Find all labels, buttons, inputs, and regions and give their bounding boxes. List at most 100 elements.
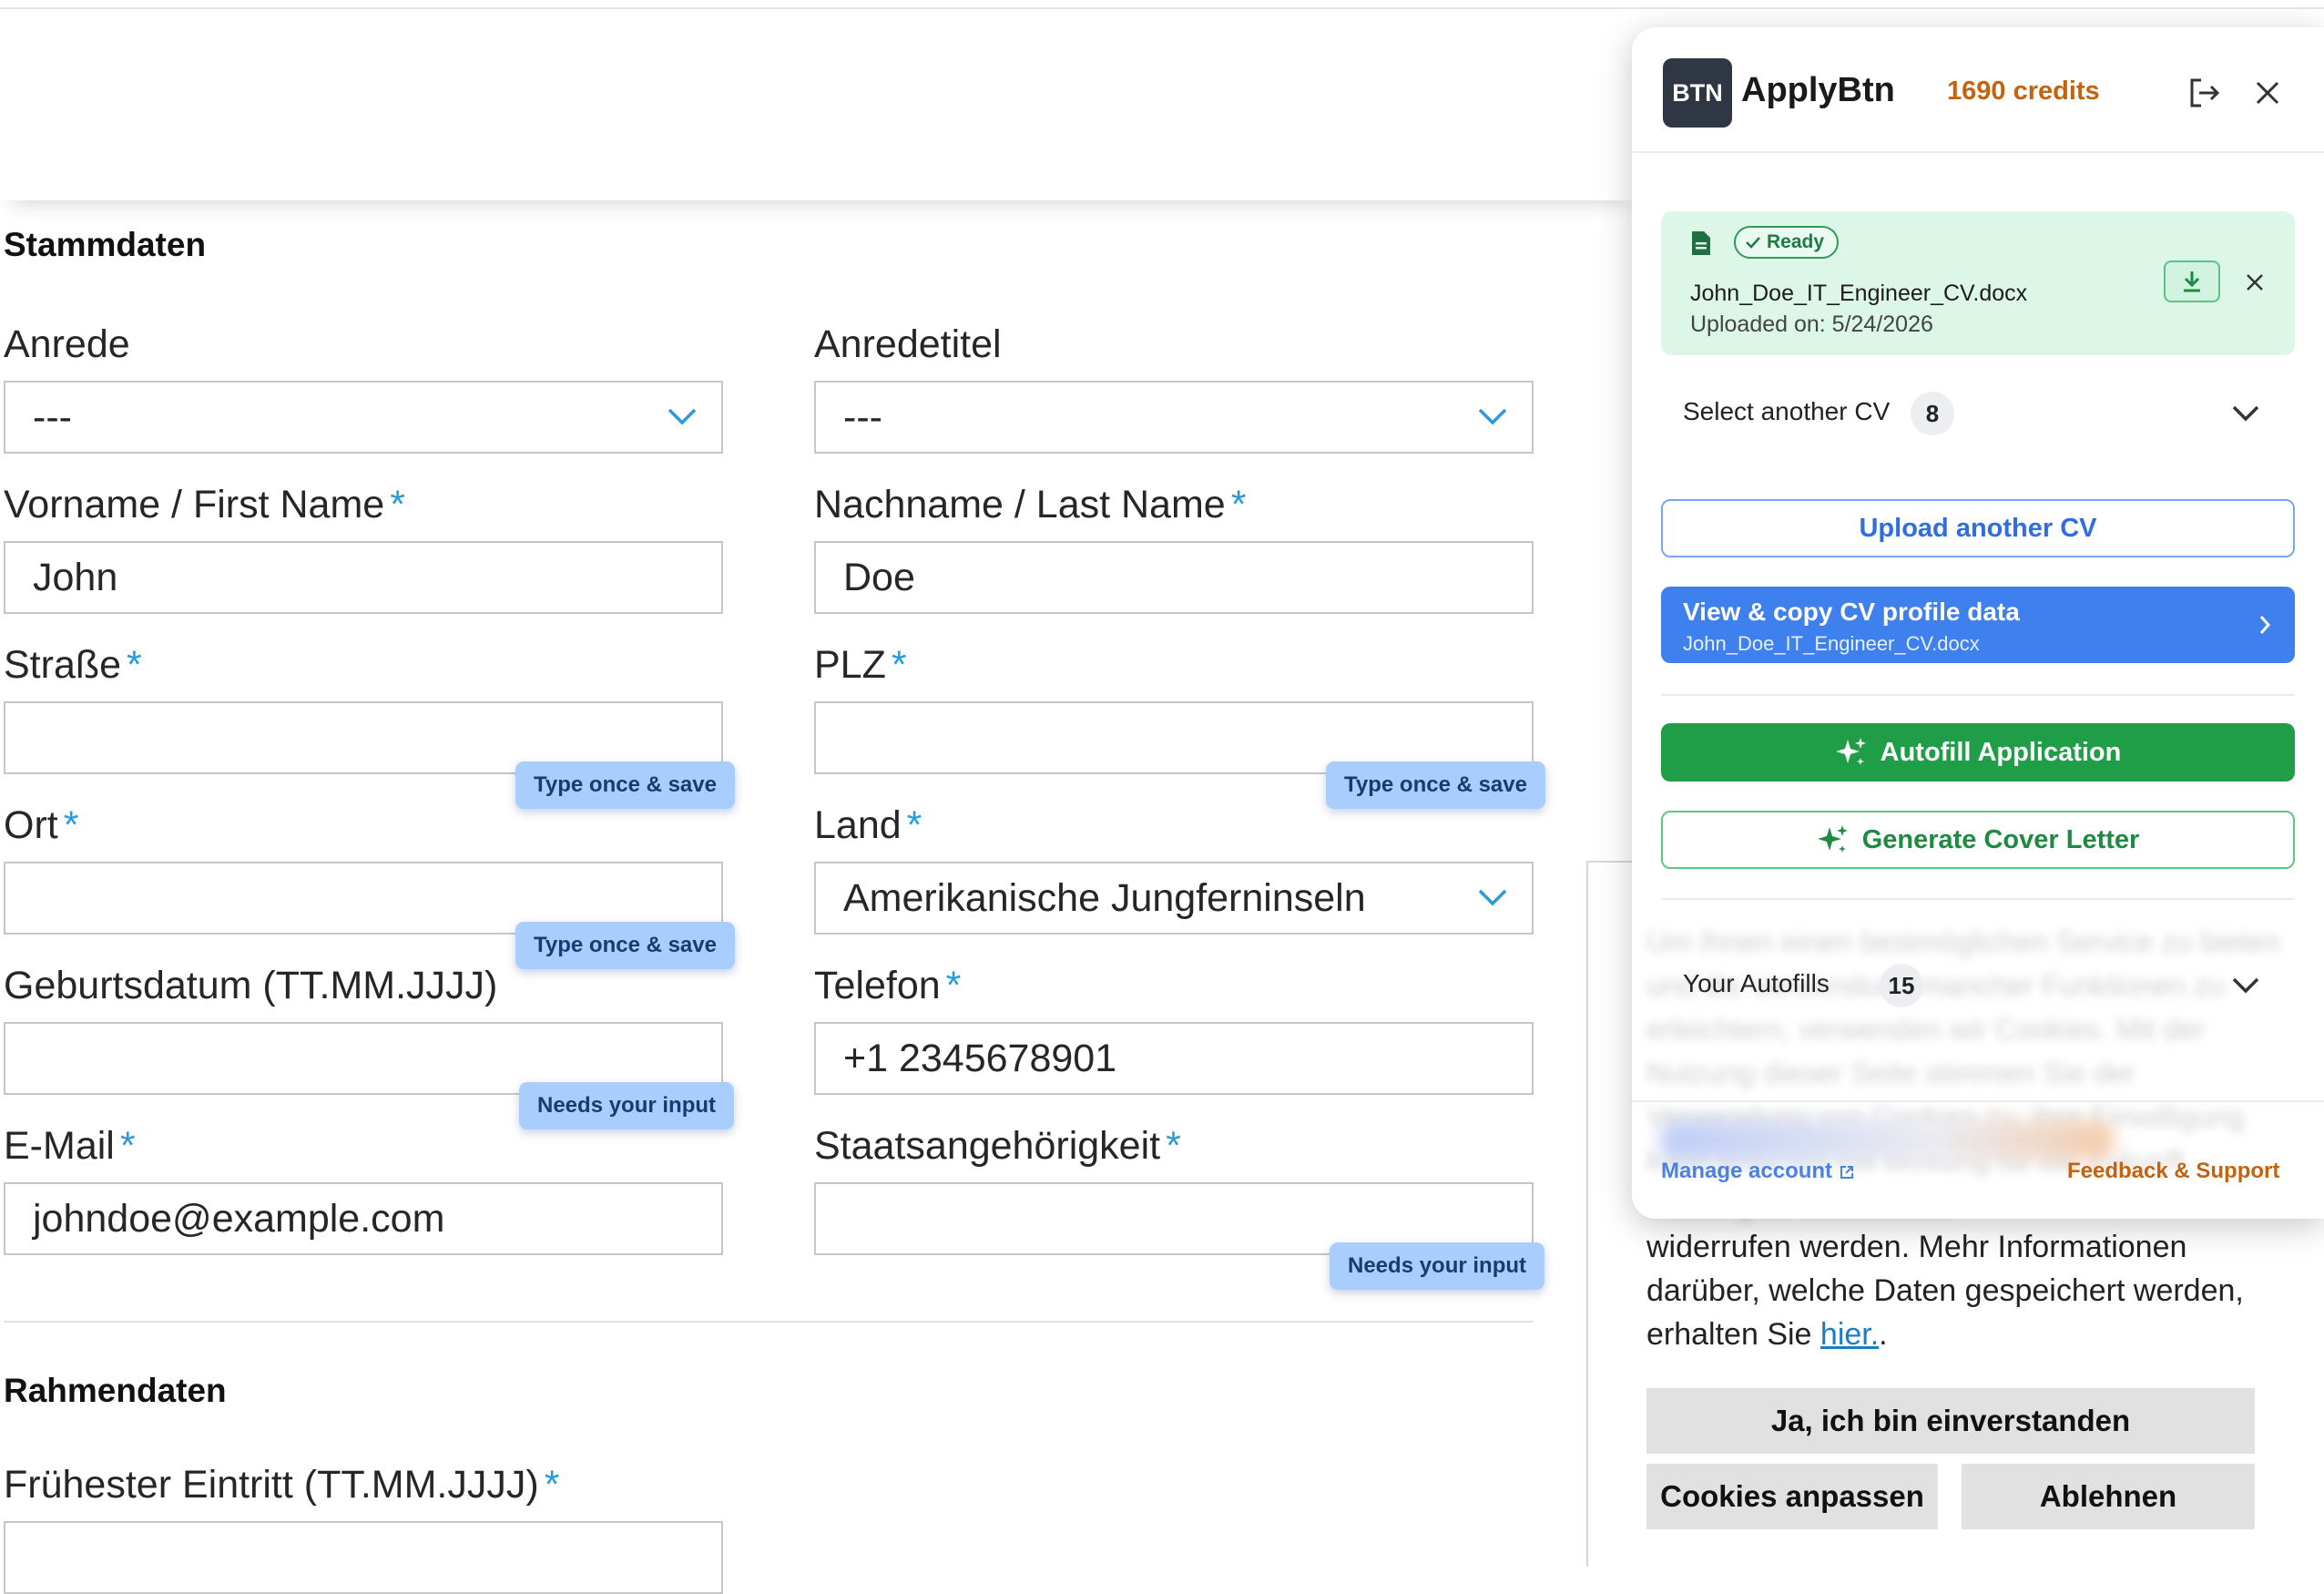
download-icon [2184, 271, 2200, 292]
type-once-save-chip[interactable]: Type once & save [515, 922, 735, 969]
eintritt-input[interactable] [4, 1521, 723, 1594]
chevron-down-icon [2232, 977, 2259, 994]
email-value: johndoe@example.com [33, 1196, 445, 1241]
cv-filename: John_Doe_IT_Engineer_CV.docx [1690, 281, 2028, 306]
vorname-label: Vorname / First Name * [4, 483, 405, 526]
section-title-rahmendaten: Rahmendaten [4, 1372, 227, 1409]
required-mark: * [945, 964, 962, 1007]
type-once-save-chip[interactable]: Type once & save [1326, 761, 1545, 809]
cv-card: Ready John_Doe_IT_Engineer_CV.docx Uploa… [1661, 211, 2295, 355]
document-icon [1692, 231, 1710, 255]
actions-divider [1661, 694, 2295, 696]
geburtsdatum-label: Geburtsdatum (TT.MM.JJJJ) [4, 964, 498, 1007]
required-mark: * [390, 483, 405, 526]
chevron-down-icon [1478, 408, 1507, 425]
chevron-right-icon [2259, 616, 2271, 634]
autofills-divider [1661, 898, 2295, 900]
manage-account-link[interactable]: Manage account [1661, 1159, 1855, 1184]
nachname-label: Nachname / Last Name * [814, 483, 1247, 526]
status-badge-label: Ready [1767, 231, 1825, 252]
anredetitel-label: Anredetitel [814, 322, 1002, 366]
view-cv-subtitle: John_Doe_IT_Engineer_CV.docx [1683, 632, 1980, 655]
required-mark: * [63, 803, 79, 847]
required-mark: * [119, 1124, 136, 1168]
remove-cv-button[interactable] [2235, 262, 2275, 302]
credits-counter: 1690 credits [1947, 77, 2100, 106]
chevron-down-icon [668, 408, 697, 425]
required-mark: * [906, 803, 922, 847]
sparkle-icon [1835, 738, 1866, 765]
autofills-label[interactable]: Your Autofills [1683, 969, 1830, 998]
section-divider [4, 1321, 1534, 1323]
anrede-value: --- [33, 394, 72, 439]
email-label: E-Mail * [4, 1124, 136, 1168]
autofills-toggle[interactable] [2226, 966, 2266, 1006]
external-link-icon [1840, 1165, 1853, 1179]
view-cv-title: View & copy CV profile data [1683, 598, 2020, 626]
page-header [0, 9, 1639, 200]
required-mark: * [1166, 1124, 1181, 1168]
select-cv-label[interactable]: Select another CV [1683, 397, 1890, 426]
section-title-stammdaten: Stammdaten [4, 226, 207, 263]
cookie-info-link[interactable]: hier. [1820, 1317, 1879, 1352]
plz-label: PLZ * [814, 643, 907, 687]
required-mark: * [891, 643, 907, 687]
telefon-value: +1 2345678901 [843, 1036, 1117, 1080]
popup-footer-divider [1632, 1100, 2324, 1102]
type-once-save-chip[interactable]: Type once & save [515, 761, 735, 809]
logout-button[interactable] [2184, 73, 2224, 113]
cv-count-badge: 8 [1911, 392, 1954, 435]
popup-title: ApplyBtn [1741, 71, 1895, 109]
close-icon [2247, 274, 2263, 291]
cover-letter-label: Generate Cover Letter [1861, 824, 2140, 854]
telefon-input[interactable]: +1 2345678901 [814, 1022, 1534, 1095]
needs-input-chip[interactable]: Needs your input [1330, 1242, 1545, 1290]
required-mark: * [1230, 483, 1247, 526]
check-icon [1746, 237, 1760, 249]
chevron-down-icon [2232, 405, 2259, 422]
view-cv-profile-button[interactable]: View & copy CV profile data John_Doe_IT_… [1661, 587, 2295, 663]
anrede-select[interactable]: --- [4, 381, 723, 454]
popup-header-divider [1632, 151, 2324, 153]
feedback-support-link[interactable]: Feedback & Support [2067, 1159, 2279, 1184]
applybtn-popup: BTN ApplyBtn 1690 credits Ready John_Doe… [1632, 27, 2324, 1219]
cookie-customize-button[interactable]: Cookies anpassen [1646, 1464, 1938, 1529]
needs-input-chip[interactable]: Needs your input [519, 1082, 735, 1129]
close-popup-button[interactable] [2248, 73, 2288, 113]
autofill-application-button[interactable]: Autofill Application [1661, 723, 2295, 782]
nachname-input[interactable]: Doe [814, 541, 1534, 614]
autofill-label: Autofill Application [1880, 737, 2122, 767]
cv-upload-date: Uploaded on: 5/24/2026 [1690, 312, 1933, 337]
cookie-text-body: widerrufen werden. Mehr Informationen da… [1646, 1230, 2244, 1352]
cookie-decline-button[interactable]: Ablehnen [1962, 1464, 2255, 1529]
close-icon [2256, 81, 2279, 105]
generate-cover-letter-button[interactable]: Generate Cover Letter [1661, 811, 2295, 869]
land-value: Amerikanische Jungferninseln [843, 875, 1366, 920]
footer-blurred-banner [1659, 1120, 2115, 1160]
chevron-down-icon [1478, 889, 1507, 906]
nachname-value: Doe [843, 555, 915, 599]
anrede-label: Anrede [4, 322, 130, 366]
land-select[interactable]: Amerikanische Jungferninseln [814, 862, 1534, 935]
vorname-value: John [33, 555, 118, 599]
email-input[interactable]: johndoe@example.com [4, 1182, 723, 1255]
anredetitel-value: --- [843, 394, 882, 439]
autofills-count-badge: 15 [1880, 964, 1923, 1007]
required-mark: * [544, 1463, 560, 1507]
sparkle-icon [1817, 825, 1848, 853]
select-cv-toggle[interactable] [2226, 393, 2266, 434]
staatsangehoerigkeit-label: Staatsangehörigkeit * [814, 1124, 1181, 1168]
applybtn-logo: BTN [1663, 58, 1732, 128]
cookie-text: widerrufen werden. Mehr Informationen da… [1646, 1225, 2275, 1356]
required-mark: * [127, 643, 142, 687]
land-label: Land * [814, 803, 922, 847]
cookie-accept-button[interactable]: Ja, ich bin einverstanden [1646, 1388, 2255, 1454]
ort-label: Ort * [4, 803, 79, 847]
vorname-input[interactable]: John [4, 541, 723, 614]
telefon-label: Telefon * [814, 964, 962, 1007]
anredetitel-select[interactable]: --- [814, 381, 1534, 454]
manage-account-label: Manage account [1661, 1159, 1833, 1183]
download-cv-button[interactable] [2164, 261, 2220, 302]
eintritt-label: Frühester Eintritt (TT.MM.JJJJ) * [4, 1463, 560, 1507]
upload-cv-button[interactable]: Upload another CV [1661, 499, 2295, 557]
